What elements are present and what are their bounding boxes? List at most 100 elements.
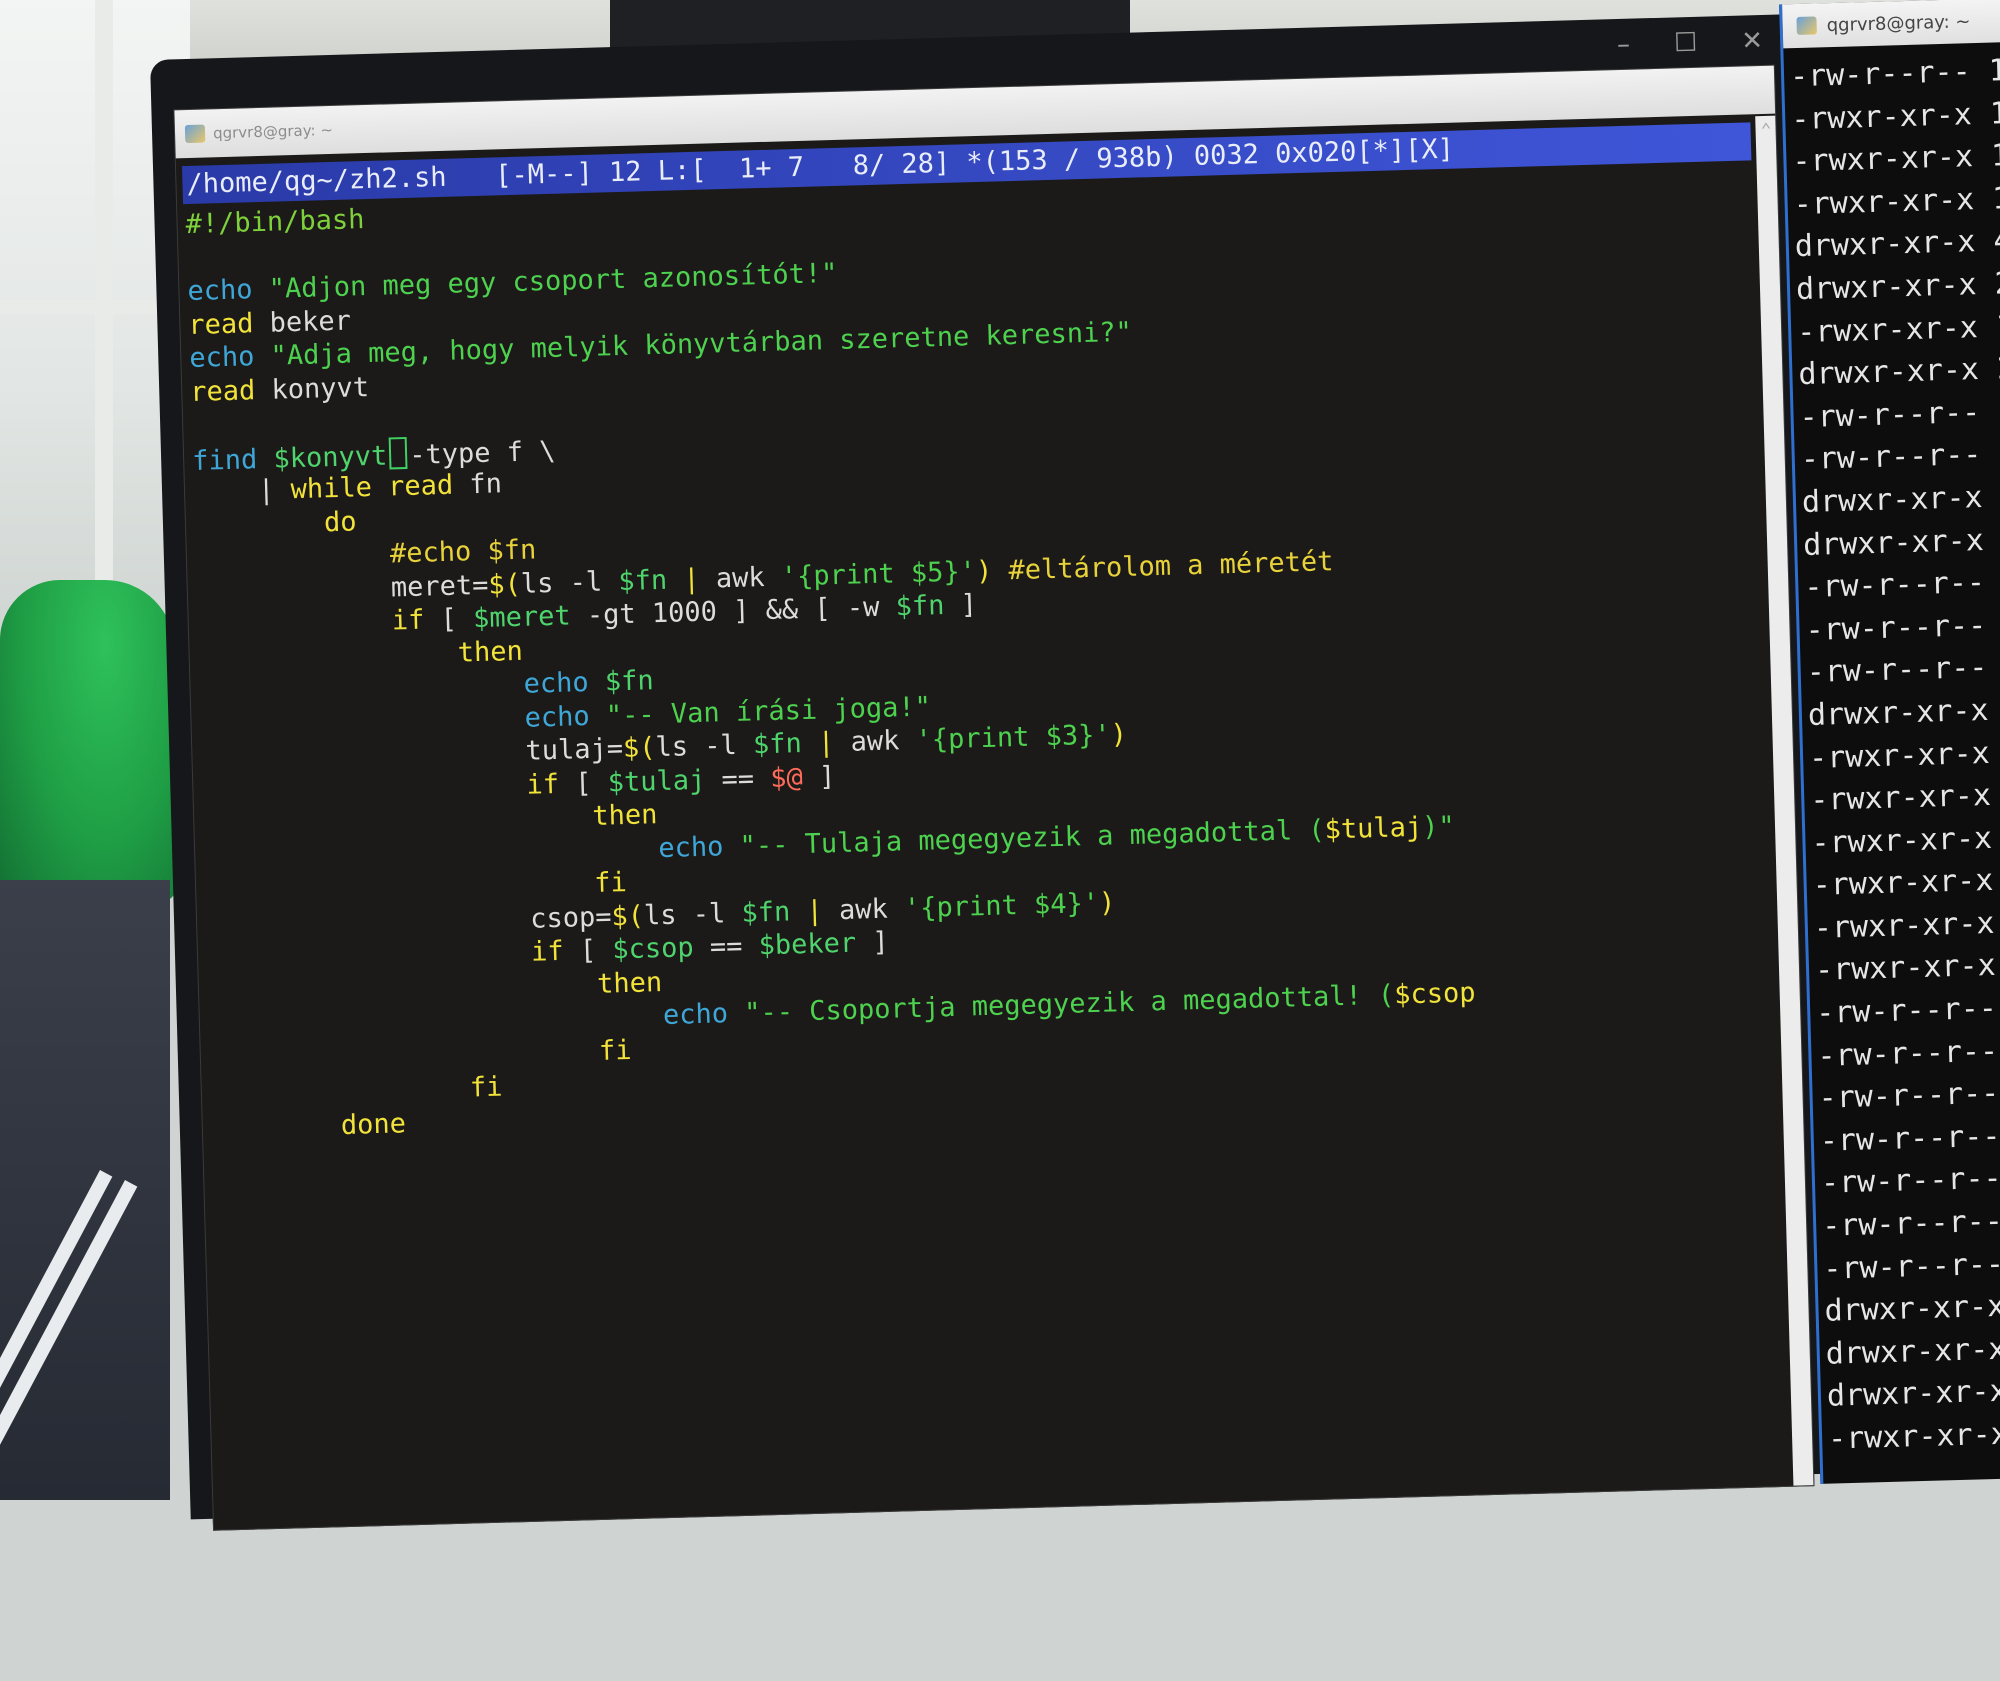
- ls-row: -rwxr-xr-x 1 qgr: [1796, 308, 2000, 350]
- ls-row: -rwxr-xr-x 1 qgr: [1793, 180, 2000, 222]
- code-token: [: [423, 603, 474, 636]
- code-token: find: [191, 443, 274, 477]
- code-token: if: [391, 604, 425, 637]
- maximize-button[interactable]: ☐: [1674, 28, 1698, 59]
- code-token: ==: [704, 762, 771, 796]
- code-token: awk: [850, 724, 917, 758]
- monitor: – ☐ ✕ qgrvr8@gray: ~ ⌃ /home/qg~/zh2.sh …: [150, 0, 2000, 1531]
- window-titlebar[interactable]: qgrvr8@gray: ~: [1782, 0, 2000, 49]
- code-token: '{print $5}': [780, 555, 977, 593]
- code-token: $fn: [617, 564, 668, 597]
- code-token: [: [558, 767, 609, 800]
- code-token: done: [340, 1107, 407, 1141]
- putty-icon: [1796, 16, 1817, 36]
- code-token: ls -l: [655, 729, 754, 764]
- terminal-window-listing[interactable]: qgrvr8@gray: ~ -rw-r--r-- 1 qgr-rwxr-xr-…: [1779, 0, 2000, 1484]
- ls-row: -rw-r--r-- 1 qgr: [1799, 393, 2000, 435]
- ls-row: drwxr-xr-x 2 qgr: [1797, 351, 2000, 393]
- person-tracksuit: [0, 880, 170, 1681]
- code-token: echo: [187, 273, 270, 308]
- ls-row: -rwxr-xr-x 1 qgr: [1791, 138, 2000, 180]
- code-token: echo: [523, 666, 606, 700]
- ls-row: -rw-r--r-- 1 qgr: [1805, 607, 1987, 648]
- ls-row: -rw-r--r-- 1 qgr: [1806, 650, 1988, 691]
- code-token: ): [1110, 718, 1128, 751]
- terminal-window-editor[interactable]: – ☐ ✕ qgrvr8@gray: ~ ⌃ /home/qg~/zh2.sh …: [173, 26, 1815, 1531]
- code-token: |: [192, 474, 292, 508]
- code-token: $(: [487, 568, 522, 601]
- ls-row: -rw-r--r-- 1 qgr: [1821, 1203, 2000, 1244]
- ls-row: -rw-r--r-- 1 qgr: [1800, 436, 2000, 478]
- code-token: '{print $4}': [903, 887, 1100, 924]
- code-token: ): [1098, 886, 1116, 919]
- code-token: $fn: [604, 665, 655, 698]
- code-token: echo: [662, 997, 745, 1032]
- ls-output: -rw-r--r-- 1 qgr-rwxr-xr-x 1 qgr-rwxr-xr…: [1790, 48, 2000, 1462]
- code-token: |: [666, 562, 717, 596]
- code-token: echo: [524, 700, 607, 734]
- code-token: beker: [252, 304, 352, 339]
- ls-row: -rw-r--r-- 1 qgr: [1822, 1246, 2000, 1287]
- scroll-up-arrow-icon[interactable]: ⌃: [1760, 120, 1771, 141]
- window-title: qgrvr8@gray: ~: [1826, 10, 1971, 36]
- code-token: then: [592, 799, 658, 832]
- code-token: $fn: [741, 895, 791, 929]
- ls-row: drwxr-xr-x 4 qgr: [1794, 223, 2000, 265]
- code-token: $beker: [758, 927, 857, 962]
- code-token: konyvt: [254, 371, 370, 406]
- code-token: then: [457, 635, 524, 669]
- code-token: fn: [452, 468, 503, 501]
- code-token: $(: [622, 732, 656, 765]
- ls-row: -rwxr-xr-x 1 qgr: [1790, 95, 2000, 137]
- code-token: $fn: [895, 590, 945, 623]
- code-token: |: [789, 894, 840, 927]
- ls-row: drwxr-xr-x 2 root: [1826, 1374, 2000, 1415]
- code-token: $meret: [472, 600, 572, 635]
- putty-icon: [184, 124, 206, 144]
- code-token: ]: [943, 589, 978, 622]
- minimize-button[interactable]: –: [1617, 30, 1631, 60]
- ls-row: -rw-r--r-- 1 qgr: [1803, 565, 1986, 606]
- code-token: -type f \: [408, 435, 556, 471]
- code-token: $konyvt: [273, 440, 388, 475]
- ls-row: drwxr-xr-x 2 qgr: [1795, 266, 2000, 308]
- window-controls: – ☐ ✕: [1617, 26, 1764, 60]
- ls-row: -rw-r--r-- 1 qgr: [1816, 1033, 1999, 1074]
- ls-row: drwxr-xr-x 2 root: [1825, 1331, 2000, 1372]
- ls-row: -rwxr-xr-x 1 qgr: [1811, 820, 1993, 861]
- code-token: do: [323, 505, 357, 538]
- ls-row: -rwxr-xr-x 1 qgr: [1813, 905, 1995, 946]
- code-token: $csop: [1393, 977, 1476, 1011]
- ls-row: -rw-r--r-- 1 qgr: [1815, 990, 1998, 1031]
- ls-row: -rwxr-xr-x 1 qgr: [1808, 735, 1991, 776]
- code-token: ls -l: [520, 565, 619, 600]
- code-token: echo: [188, 340, 272, 375]
- ls-row: -rw-r--r-- 1 qgr: [1789, 53, 2000, 95]
- ls-row: drwxr-xr-x 2 roo: [1801, 479, 1984, 520]
- text-cursor: [388, 436, 408, 469]
- code-token: ls -l: [643, 897, 742, 932]
- code-token: $csop: [612, 932, 695, 966]
- ls-row: drwxr-xr-x 2 qgr: [1824, 1288, 2000, 1329]
- close-button[interactable]: ✕: [1741, 26, 1764, 57]
- code-token: read: [187, 307, 254, 341]
- code-token: fi: [598, 1034, 632, 1067]
- code-token: then: [596, 966, 663, 1000]
- code-token: fi: [593, 867, 628, 899]
- window-title: qgrvr8@gray: ~: [212, 120, 334, 143]
- code-token: #echo $fn: [389, 534, 537, 570]
- code-token: read: [189, 374, 256, 408]
- code-token: ): [975, 555, 993, 587]
- code-editor[interactable]: #!/bin/bash echo "Adjon meg egy csoport a…: [185, 164, 1783, 1529]
- ls-row: -rwxr-xr-x 1 qgr: [1827, 1416, 2000, 1457]
- code-token: if: [526, 768, 560, 801]
- code-token: while read: [290, 469, 454, 506]
- code-token: '{print $3}': [915, 719, 1112, 756]
- code-token: #!/bin/bash: [185, 204, 365, 241]
